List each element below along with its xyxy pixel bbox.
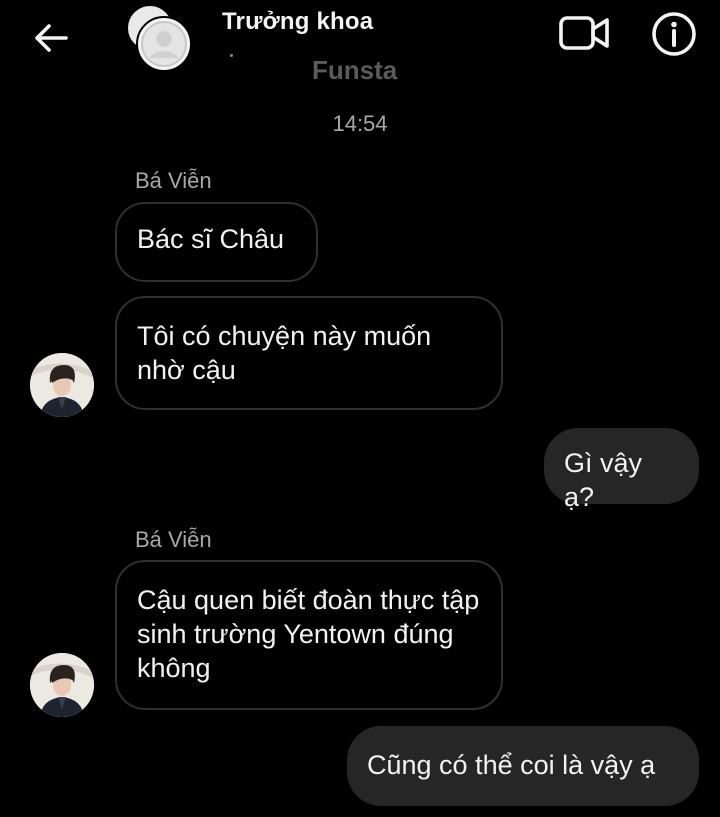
user-photo-icon (30, 353, 94, 417)
default-user-icon (141, 21, 187, 67)
status-dot (230, 54, 233, 57)
video-call-button[interactable] (558, 12, 612, 56)
info-button[interactable] (650, 10, 698, 58)
info-icon (652, 12, 696, 56)
group-avatar[interactable] (124, 4, 196, 72)
sender-name: Bá Viễn (135, 168, 212, 193)
outgoing-message[interactable]: Cũng có thể coi là vậy ạ (347, 726, 699, 806)
chat-subtitle: Funsta (312, 55, 398, 85)
sender-avatar[interactable] (30, 653, 94, 717)
user-photo-icon (30, 653, 94, 717)
group-avatar-front (136, 16, 192, 72)
back-button[interactable] (28, 18, 72, 58)
arrow-left-icon (35, 24, 68, 52)
chat-header: Trưởng khoa Funsta (0, 0, 720, 100)
video-camera-icon (559, 16, 609, 50)
outgoing-message[interactable]: Gì vậy ạ? (544, 428, 699, 512)
incoming-message[interactable]: Cậu quen biết đoàn thực tập sinh trường … (115, 560, 503, 710)
sender-name: Bá Viễn (135, 527, 212, 552)
incoming-message[interactable]: Bác sĩ Châu (115, 202, 318, 282)
chat-title[interactable]: Trưởng khoa (222, 8, 373, 36)
message-timestamp: 14:54 (332, 111, 388, 136)
incoming-message[interactable]: Tôi có chuyện này muốn nhờ cậu (115, 296, 503, 410)
sender-avatar[interactable] (30, 353, 94, 417)
